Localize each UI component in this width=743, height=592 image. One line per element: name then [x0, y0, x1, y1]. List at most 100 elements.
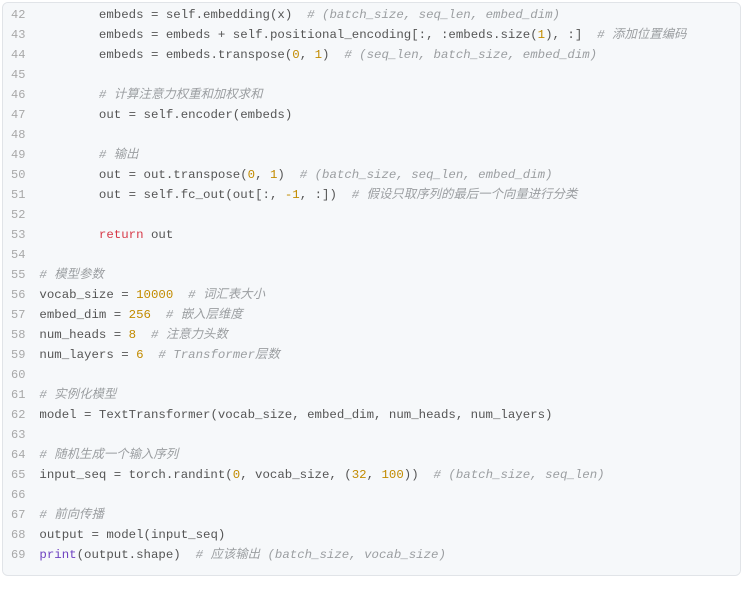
- code-line[interactable]: [39, 65, 732, 85]
- token: =: [84, 408, 99, 422]
- line-number: 62: [11, 405, 25, 425]
- token: input_seq: [39, 468, 113, 482]
- token: 8: [129, 328, 136, 342]
- code-line[interactable]: [39, 125, 732, 145]
- token: out: [99, 108, 129, 122]
- token: # 随机生成一个输入序列: [39, 448, 178, 462]
- line-number: 51: [11, 185, 25, 205]
- line-number: 47: [11, 105, 25, 125]
- token: )): [404, 468, 434, 482]
- line-number: 59: [11, 345, 25, 365]
- line-number: 56: [11, 285, 25, 305]
- token: out: [99, 188, 129, 202]
- code-line[interactable]: # 输出: [39, 145, 732, 165]
- code-line[interactable]: # 实例化模型: [39, 385, 732, 405]
- token: # 模型参数: [39, 268, 103, 282]
- code-line[interactable]: output = model(input_seq): [39, 525, 732, 545]
- token: # (batch_size, seq_len, embed_dim): [307, 8, 560, 22]
- token: # 实例化模型: [39, 388, 116, 402]
- token: =: [151, 28, 166, 42]
- token: embeds: [166, 28, 218, 42]
- line-number: 44: [11, 45, 25, 65]
- token: ,: [300, 48, 315, 62]
- token: out: [99, 168, 129, 182]
- token: # Transformer层数: [158, 348, 279, 362]
- token: 256: [129, 308, 151, 322]
- code-line[interactable]: num_heads = 8 # 注意力头数: [39, 325, 732, 345]
- code-line[interactable]: # 随机生成一个输入序列: [39, 445, 732, 465]
- code-line[interactable]: [39, 245, 732, 265]
- code-line[interactable]: print(output.shape) # 应该输出 (batch_size, …: [39, 545, 732, 565]
- line-number: 48: [11, 125, 25, 145]
- code-line[interactable]: embeds = embeds + self.positional_encodi…: [39, 25, 732, 45]
- code-content-area[interactable]: embeds = self.embedding(x) # (batch_size…: [35, 3, 740, 575]
- line-number: 55: [11, 265, 25, 285]
- token: # (batch_size, seq_len, embed_dim): [300, 168, 553, 182]
- line-number: 66: [11, 485, 25, 505]
- token: # 应该输出 (batch_size, vocab_size): [196, 548, 446, 562]
- code-line[interactable]: model = TextTransformer(vocab_size, embe…: [39, 405, 732, 425]
- token: self: [144, 108, 174, 122]
- line-number: 60: [11, 365, 25, 385]
- token: 6: [136, 348, 143, 362]
- code-line[interactable]: [39, 485, 732, 505]
- token: ,: [367, 468, 382, 482]
- token: ): [277, 168, 299, 182]
- token: 100: [381, 468, 403, 482]
- code-line[interactable]: input_seq = torch.randint(0, vocab_size,…: [39, 465, 732, 485]
- token: =: [151, 8, 166, 22]
- token: , vocab_size, (: [240, 468, 352, 482]
- line-number: 45: [11, 65, 25, 85]
- code-line[interactable]: embed_dim = 256 # 嵌入层维度: [39, 305, 732, 325]
- token: =: [114, 328, 129, 342]
- token: [136, 328, 151, 342]
- token: # (seq_len, batch_size, embed_dim): [344, 48, 597, 62]
- code-line[interactable]: # 前向传播: [39, 505, 732, 525]
- token: torch.randint(: [129, 468, 233, 482]
- token: =: [91, 528, 106, 542]
- code-line[interactable]: # 模型参数: [39, 265, 732, 285]
- code-line[interactable]: [39, 205, 732, 225]
- token: +: [218, 28, 233, 42]
- line-number: 53: [11, 225, 25, 245]
- line-number: 65: [11, 465, 25, 485]
- token: self: [144, 188, 174, 202]
- code-line[interactable]: out = self.encoder(embeds): [39, 105, 732, 125]
- token: -1: [285, 188, 300, 202]
- token: , :]): [300, 188, 352, 202]
- token: [151, 308, 166, 322]
- token: # (batch_size, seq_len): [434, 468, 605, 482]
- token: =: [151, 48, 166, 62]
- code-line[interactable]: [39, 425, 732, 445]
- token: 1: [538, 28, 545, 42]
- token: # 假设只取序列的最后一个向量进行分类: [352, 188, 578, 202]
- token: [173, 288, 188, 302]
- line-number: 54: [11, 245, 25, 265]
- code-line[interactable]: embeds = self.embedding(x) # (batch_size…: [39, 5, 732, 25]
- code-line[interactable]: # 计算注意力权重和加权求和: [39, 85, 732, 105]
- line-number: 52: [11, 205, 25, 225]
- code-line[interactable]: [39, 365, 732, 385]
- token: # 嵌入层维度: [166, 308, 243, 322]
- token: ,: [255, 168, 270, 182]
- code-line[interactable]: out = out.transpose(0, 1) # (batch_size,…: [39, 165, 732, 185]
- line-number: 61: [11, 385, 25, 405]
- token: self: [166, 8, 196, 22]
- token: return: [99, 228, 151, 242]
- token: # 前向传播: [39, 508, 103, 522]
- code-editor[interactable]: 4243444546474849505152535455565758596061…: [2, 2, 741, 576]
- code-line[interactable]: out = self.fc_out(out[:, -1, :]) # 假设只取序…: [39, 185, 732, 205]
- code-line[interactable]: return out: [39, 225, 732, 245]
- code-line[interactable]: num_layers = 6 # Transformer层数: [39, 345, 732, 365]
- token: (output.shape): [77, 548, 196, 562]
- line-number: 69: [11, 545, 25, 565]
- token: num_heads: [39, 328, 113, 342]
- token: out.transpose(: [144, 168, 248, 182]
- token: print: [39, 548, 76, 562]
- code-line[interactable]: embeds = embeds.transpose(0, 1) # (seq_l…: [39, 45, 732, 65]
- line-number: 50: [11, 165, 25, 185]
- token: 0: [292, 48, 299, 62]
- token: 1: [315, 48, 322, 62]
- code-line[interactable]: vocab_size = 10000 # 词汇表大小: [39, 285, 732, 305]
- token: embeds: [99, 28, 151, 42]
